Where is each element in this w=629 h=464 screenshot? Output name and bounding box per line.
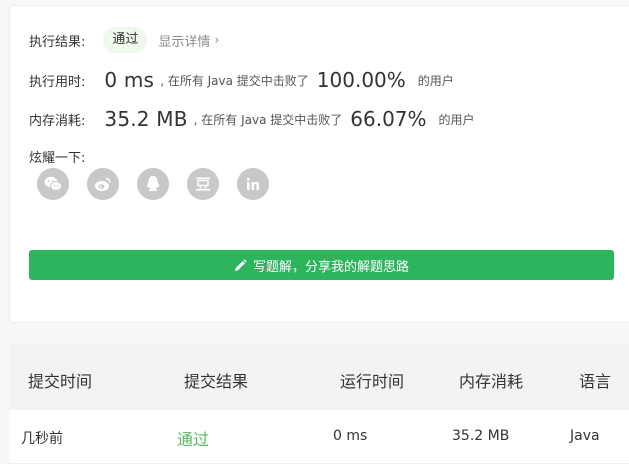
runtime-users-text: 的用户 — [417, 73, 454, 88]
share-label: 炫耀一下: — [29, 151, 86, 166]
status-badge: 通过 — [103, 27, 148, 53]
pencil-icon — [234, 258, 247, 272]
memory-row: 内存消耗: 35.2 MB , 在所有 Java 提交中击败了 66.07% 的… — [29, 107, 475, 131]
result-label: 执行结果: — [29, 34, 86, 50]
col-runtime: 运行时间 — [340, 372, 405, 391]
write-solution-label: 写题解，分享我的解题思路 — [252, 259, 409, 275]
chevron-right-icon: › — [214, 32, 220, 48]
linkedin-icon[interactable] — [237, 168, 269, 200]
col-submit-result: 提交结果 — [184, 372, 249, 391]
share-row: 炫耀一下: — [29, 147, 85, 166]
row-submit-time: 几秒前 — [21, 431, 63, 447]
col-submit-time: 提交时间 — [28, 372, 93, 391]
memory-users-text: 的用户 — [438, 112, 475, 127]
show-details-label: 显示详情 — [158, 34, 211, 50]
result-row: 执行结果: 通过 显示详情 › — [29, 27, 220, 53]
submissions-table-header: 提交时间 提交结果 运行时间 内存消耗 语言 — [9, 344, 629, 410]
col-language: 语言 — [579, 372, 612, 391]
col-memory: 内存消耗 — [459, 372, 524, 391]
runtime-value: 0 ms — [104, 68, 155, 92]
memory-percent: 66.07% — [350, 107, 427, 131]
memory-label: 内存消耗: — [29, 113, 86, 129]
memory-beat-text: , 在所有 Java 提交中击败了 — [193, 112, 343, 127]
runtime-label: 执行用时: — [29, 74, 86, 90]
qq-icon[interactable] — [137, 168, 169, 200]
runtime-beat-text: , 在所有 Java 提交中击败了 — [160, 73, 309, 88]
weibo-icon[interactable] — [87, 168, 119, 200]
runtime-row: 执行用时: 0 ms , 在所有 Java 提交中击败了 100.00% 的用户 — [29, 68, 454, 92]
row-result-link[interactable]: 通过 — [177, 426, 209, 450]
memory-value: 35.2 MB — [104, 107, 188, 131]
share-icons — [37, 168, 287, 200]
submission-result-card: 执行结果: 通过 显示详情 › 执行用时: 0 ms , 在所有 Java 提交… — [9, 5, 629, 323]
table-row[interactable]: 几秒前 通过 0 ms 35.2 MB Java — [9, 410, 629, 464]
runtime-percent: 100.00% — [316, 68, 406, 92]
write-solution-button[interactable]: 写题解，分享我的解题思路 — [29, 250, 614, 280]
wechat-icon[interactable] — [37, 168, 69, 200]
row-memory: 35.2 MB — [452, 428, 510, 444]
douban-icon[interactable] — [187, 168, 219, 200]
row-runtime: 0 ms — [333, 428, 368, 444]
row-language: Java — [570, 428, 600, 444]
show-details-link[interactable]: 显示详情 › — [158, 31, 219, 50]
